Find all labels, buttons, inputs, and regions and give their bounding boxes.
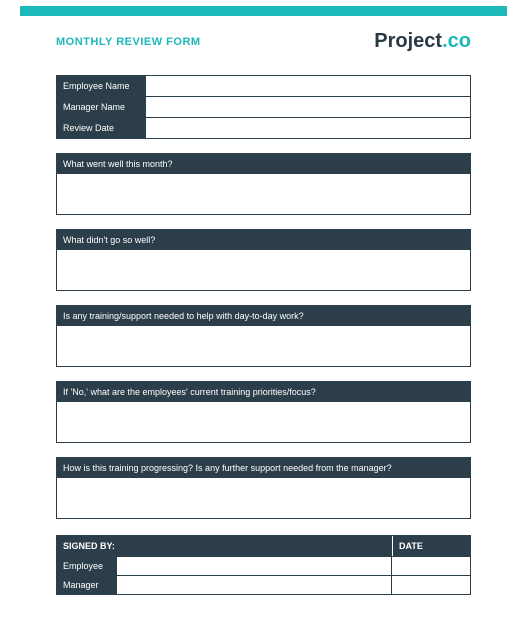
- sign-header-date: DATE: [392, 536, 470, 556]
- info-table: Employee Name Manager Name Review Date: [56, 75, 471, 139]
- sign-header-signed-by: SIGNED BY:: [57, 536, 392, 556]
- info-row: Manager Name: [57, 97, 470, 118]
- section-answer-input[interactable]: [57, 174, 470, 214]
- form-title: MONTHLY REVIEW FORM: [56, 36, 201, 48]
- info-row: Employee Name: [57, 76, 470, 97]
- accent-bar: [20, 6, 507, 16]
- section-question: Is any training/support needed to help w…: [57, 306, 470, 326]
- sign-label-manager: Manager: [57, 576, 117, 594]
- brand-suffix: .co: [442, 30, 471, 52]
- employee-date-input[interactable]: [392, 557, 470, 575]
- section-question: What didn't go so well?: [57, 230, 470, 250]
- sign-table: SIGNED BY: DATE Employee Manager: [56, 535, 471, 595]
- section-answer-input[interactable]: [57, 326, 470, 366]
- header: MONTHLY REVIEW FORM Project.co: [0, 16, 527, 63]
- info-row: Review Date: [57, 118, 470, 139]
- brand-main: Project: [374, 30, 442, 52]
- section-answer-input[interactable]: [57, 478, 470, 518]
- manager-name-input[interactable]: [147, 97, 470, 117]
- section-question: What went well this month?: [57, 154, 470, 174]
- section-not-well: What didn't go so well?: [56, 229, 471, 291]
- form-body: Employee Name Manager Name Review Date W…: [0, 75, 527, 595]
- employee-name-label: Employee Name: [57, 76, 147, 96]
- manager-name-label: Manager Name: [57, 97, 147, 117]
- section-training-priorities: If 'No,' what are the employees' current…: [56, 381, 471, 443]
- sign-row-manager: Manager: [57, 576, 470, 595]
- sign-row-employee: Employee: [57, 557, 470, 576]
- section-training-progress: How is this training progressing? Is any…: [56, 457, 471, 519]
- review-date-label: Review Date: [57, 118, 147, 138]
- review-date-input[interactable]: [147, 118, 470, 138]
- manager-signature-input[interactable]: [117, 576, 392, 594]
- brand-logo: Project.co: [374, 30, 471, 53]
- section-went-well: What went well this month?: [56, 153, 471, 215]
- employee-signature-input[interactable]: [117, 557, 392, 575]
- sign-header: SIGNED BY: DATE: [57, 536, 470, 557]
- section-question: How is this training progressing? Is any…: [57, 458, 470, 478]
- employee-name-input[interactable]: [147, 76, 470, 96]
- section-question: If 'No,' what are the employees' current…: [57, 382, 470, 402]
- section-answer-input[interactable]: [57, 250, 470, 290]
- section-answer-input[interactable]: [57, 402, 470, 442]
- sign-label-employee: Employee: [57, 557, 117, 575]
- manager-date-input[interactable]: [392, 576, 470, 594]
- section-training-needed: Is any training/support needed to help w…: [56, 305, 471, 367]
